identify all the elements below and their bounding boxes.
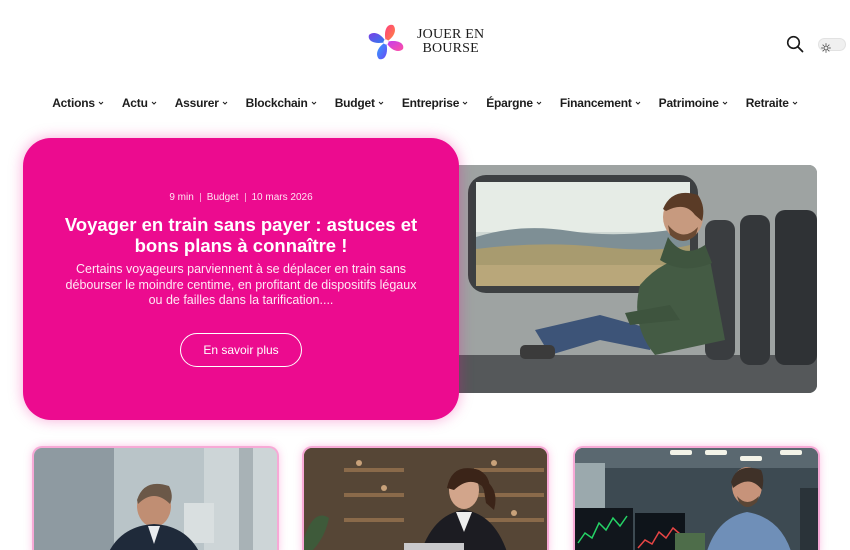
logo-icon: [363, 19, 409, 65]
chevron-down-icon: [222, 101, 228, 105]
nav-item-actu[interactable]: Actu: [113, 93, 166, 113]
read-more-button[interactable]: En savoir plus: [180, 333, 302, 367]
nav-item-label: Actions: [52, 96, 95, 110]
chevron-down-icon: [722, 101, 728, 105]
nav-item-budget[interactable]: Budget: [326, 93, 393, 113]
chevron-down-icon: [536, 101, 542, 105]
meta-divider: [199, 193, 201, 202]
chevron-down-icon: [98, 101, 104, 105]
sun-icon: [821, 40, 831, 53]
chevron-down-icon: [151, 101, 157, 105]
post-title[interactable]: Voyager en train sans payer : astuces et…: [53, 214, 429, 256]
post-card-image[interactable]: [34, 448, 277, 550]
nav-item-label: Patrimoine: [658, 96, 719, 110]
nav-item-patrimoine[interactable]: Patrimoine: [650, 93, 737, 113]
chevron-down-icon: [462, 101, 468, 105]
chevron-down-icon: [792, 101, 798, 105]
theme-toggle[interactable]: [818, 38, 846, 53]
nav-item-label: Budget: [334, 96, 375, 110]
nav-item-retraite[interactable]: Retraite: [737, 93, 807, 113]
post-date: 10 mars 2026: [251, 192, 313, 203]
chevron-down-icon: [311, 101, 317, 105]
nav-item-entreprise[interactable]: Entreprise: [393, 93, 477, 113]
post-card-image[interactable]: [575, 448, 818, 550]
nav-item-label: Financement: [559, 96, 632, 110]
main-nav: Actions Actu Assurer Blockchain Budget E…: [0, 93, 850, 113]
search-icon[interactable]: [786, 35, 804, 53]
logo-line-2: BOURSE: [422, 41, 479, 56]
post-card-image[interactable]: [304, 448, 547, 550]
nav-item-epargne[interactable]: Épargne: [477, 93, 551, 113]
read-time: 9 min: [169, 192, 194, 203]
site-logo[interactable]: JOUER EN BOURSE: [363, 19, 484, 65]
post-excerpt: Certains voyageurs parviennent à se dépl…: [65, 262, 417, 307]
chevron-down-icon: [378, 101, 384, 105]
post-meta: 9 min Budget 10 mars 2026: [23, 192, 459, 203]
nav-item-assurer[interactable]: Assurer: [166, 93, 237, 113]
nav-item-label: Assurer: [174, 96, 219, 110]
nav-item-actions[interactable]: Actions: [43, 93, 113, 113]
hero-image[interactable]: [440, 165, 817, 393]
nav-item-label: Blockchain: [245, 96, 308, 110]
logo-text: JOUER EN BOURSE: [417, 28, 484, 56]
featured-post-card: 9 min Budget 10 mars 2026 Voyager en tra…: [23, 138, 459, 420]
chevron-down-icon: [635, 101, 641, 105]
nav-item-label: Entreprise: [401, 96, 460, 110]
nav-item-blockchain[interactable]: Blockchain: [237, 93, 326, 113]
nav-item-label: Retraite: [745, 96, 789, 110]
nav-item-label: Actu: [121, 96, 148, 110]
logo-line-1: JOUER EN: [417, 27, 485, 42]
nav-item-label: Épargne: [486, 96, 533, 110]
nav-item-financement[interactable]: Financement: [551, 93, 650, 113]
post-category[interactable]: Budget: [207, 192, 239, 203]
meta-divider: [244, 193, 246, 202]
